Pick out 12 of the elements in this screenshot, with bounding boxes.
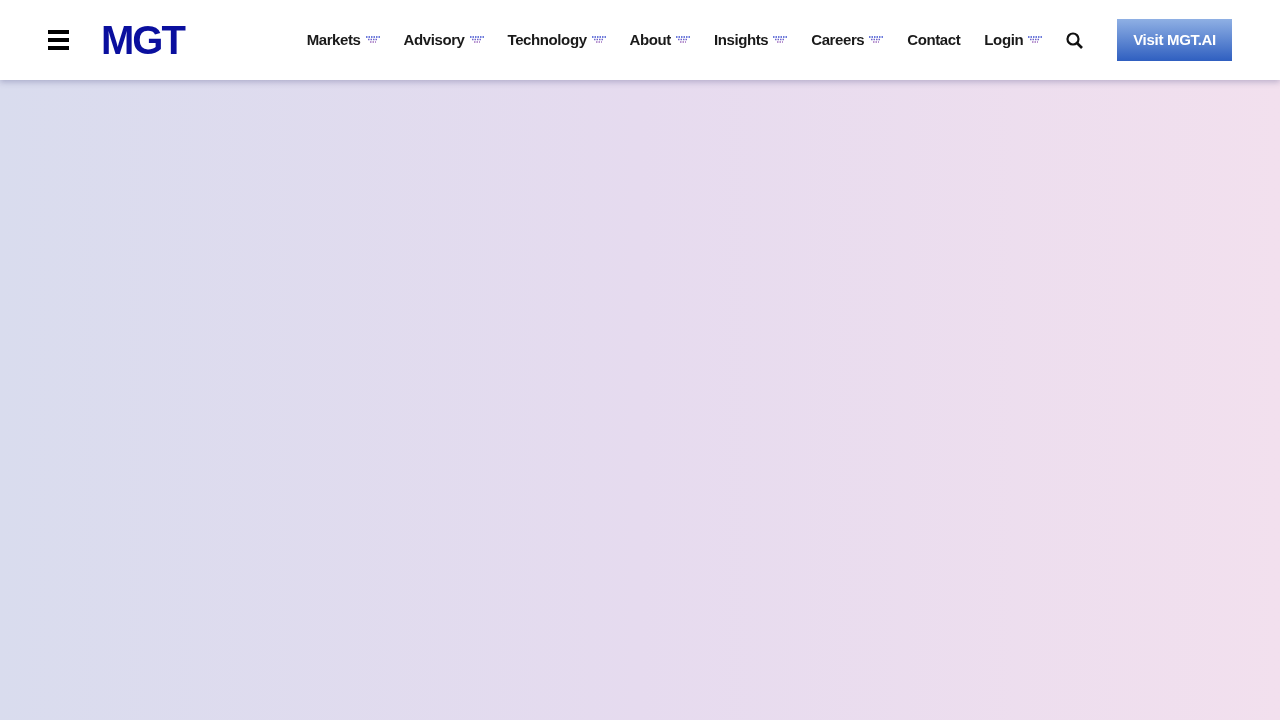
nav-link[interactable]: Advisory	[403, 28, 484, 52]
nav-link[interactable]: Insights	[713, 28, 788, 52]
nav-link[interactable]: Contact	[907, 28, 961, 52]
search-icon[interactable]	[1066, 31, 1084, 49]
nav-link[interactable]: Markets	[306, 28, 380, 52]
nav-link[interactable]: Login	[984, 28, 1043, 52]
logo[interactable]: MGT	[101, 20, 184, 60]
nav-link[interactable]: Careers	[811, 28, 884, 52]
nav-link[interactable]: Technology	[507, 28, 606, 52]
nav-link[interactable]: About	[629, 28, 690, 52]
menu-icon[interactable]	[48, 30, 69, 50]
visit-button[interactable]: Visit MGT.AI	[1117, 18, 1232, 62]
